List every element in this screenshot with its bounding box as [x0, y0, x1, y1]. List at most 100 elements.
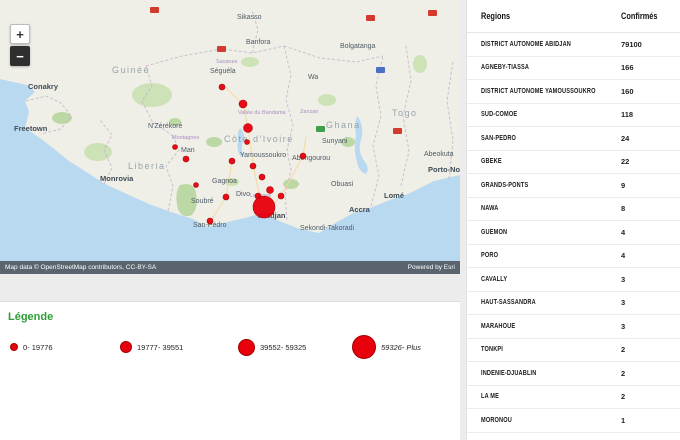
map-label: N'Zérékoré — [148, 123, 183, 130]
table-row: NAWA8 — [467, 198, 680, 222]
table-row: MORONOU1 — [467, 409, 680, 433]
table-header: Regions Confirmés — [467, 0, 680, 33]
case-marker[interactable] — [250, 163, 256, 169]
route-shield-icon — [316, 126, 325, 132]
table-row: CAVALLY3 — [467, 268, 680, 292]
region-name: DISTRICT AUTONOME ABIDJAN — [481, 41, 621, 48]
powered-by-esri: Powered by Esri — [408, 264, 455, 271]
confirmed-value: 1 — [621, 416, 675, 425]
map-label: Ghana — [326, 120, 361, 130]
case-marker[interactable] — [278, 193, 284, 199]
confirmed-value: 160 — [621, 87, 675, 96]
confirmed-value: 2 — [621, 345, 675, 354]
case-marker[interactable] — [183, 156, 189, 162]
zoom-in-button[interactable]: + — [10, 24, 30, 44]
map-label: Monrovia — [100, 174, 134, 183]
dashboard: SikassoBanforaBolgatangaWaGuinéeConakryF… — [0, 0, 680, 440]
region-name: HAUT-SASSANDRA — [481, 299, 621, 306]
case-marker[interactable] — [239, 100, 247, 108]
case-marker[interactable] — [253, 196, 275, 218]
table-row: GRANDS-PONTS9 — [467, 174, 680, 198]
legend-label: 19777- 39551 — [137, 343, 183, 352]
map-label: Montagnes — [172, 135, 199, 141]
route-shield-icon — [376, 67, 385, 73]
map[interactable]: SikassoBanforaBolgatangaWaGuinéeConakryF… — [0, 0, 460, 274]
table-row: GUEMON4 — [467, 221, 680, 245]
route-shield-icon — [393, 128, 402, 134]
confirmed-value: 3 — [621, 275, 675, 284]
map-label: Guinée — [112, 65, 150, 75]
confirmed-value: 79100 — [621, 40, 675, 49]
zoom-out-button[interactable]: − — [10, 46, 30, 66]
route-shield-icon — [366, 15, 375, 21]
region-name: CAVALLY — [481, 276, 621, 283]
case-marker[interactable] — [173, 145, 178, 150]
region-name: LA ME — [481, 393, 621, 400]
map-label: Abengourou — [292, 155, 330, 162]
case-marker[interactable] — [300, 153, 306, 159]
map-label: Sekondi-Takoradi — [300, 225, 355, 232]
map-label: Sikasso — [237, 14, 262, 21]
table-row: DISTRICT AUTONOME ABIDJAN79100 — [467, 33, 680, 57]
confirmed-value: 4 — [621, 228, 675, 237]
map-label: Divo — [236, 191, 250, 198]
case-marker[interactable] — [194, 183, 199, 188]
case-marker[interactable] — [259, 174, 265, 180]
table-row: AGNEBY-TIASSA166 — [467, 57, 680, 81]
confirmed-value: 2 — [621, 392, 675, 401]
legend-item: 19777- 39551 — [120, 334, 183, 360]
case-marker[interactable] — [244, 124, 253, 133]
table-row: HAUT-SASSANDRA3 — [467, 292, 680, 316]
region-name: SAN-PEDRO — [481, 135, 621, 142]
map-label: Savanes — [216, 59, 238, 65]
region-name: TONKPI — [481, 346, 621, 353]
legend-label: 39552- 59325 — [260, 343, 306, 352]
case-marker[interactable] — [219, 84, 225, 90]
confirmed-value: 3 — [621, 322, 675, 331]
confirmed-value: 118 — [621, 110, 675, 119]
table-row: TONKPI2 — [467, 339, 680, 363]
regions-table-body: DISTRICT AUTONOME ABIDJAN79100AGNEBY-TIA… — [467, 33, 680, 440]
region-name: INDENIE-DJUABLIN — [481, 370, 621, 377]
confirmed-value: 4 — [621, 251, 675, 260]
table-row: SAN-PEDRO24 — [467, 127, 680, 151]
confirmed-value: 3 — [621, 298, 675, 307]
legend-circle-icon — [238, 339, 255, 356]
legend-circle-icon — [10, 343, 18, 351]
map-canvas: SikassoBanforaBolgatangaWaGuinéeConakryF… — [0, 0, 460, 274]
table-row: SUD-COMOE118 — [467, 104, 680, 128]
case-marker[interactable] — [267, 187, 274, 194]
case-marker[interactable] — [207, 218, 213, 224]
legend: Légende 0- 1977619777- 3955139552- 59325… — [0, 301, 460, 440]
map-label: Côte d'Ivoire — [224, 134, 294, 144]
map-label: Lomé — [384, 191, 404, 200]
left-column: SikassoBanforaBolgatangaWaGuinéeConakryF… — [0, 0, 460, 440]
map-label: Liberia — [128, 161, 166, 171]
regions-panel: Regions Confirmés DISTRICT AUTONOME ABID… — [466, 0, 680, 440]
map-label: Séguéla — [210, 68, 236, 75]
legend-label: 0- 19776 — [23, 343, 53, 352]
region-name: DISTRICT AUTONOME YAMOUSSOUKRO — [481, 88, 621, 95]
region-name: MARAHOUE — [481, 323, 621, 330]
confirmed-value: 9 — [621, 181, 675, 190]
legend-label: 59326- Plus — [381, 343, 421, 352]
map-label: Soubré — [191, 198, 214, 205]
regions-table: Regions Confirmés DISTRICT AUTONOME ABID… — [467, 0, 680, 440]
map-label: Freetown — [14, 124, 48, 133]
case-marker[interactable] — [229, 158, 235, 164]
map-label: Accra — [349, 205, 371, 214]
legend-item: 39552- 59325 — [238, 334, 306, 360]
map-label: Abeokuta — [424, 151, 454, 158]
region-name: GUEMON — [481, 229, 621, 236]
table-row: INDENIE-DJUABLIN2 — [467, 362, 680, 386]
region-name: PORO — [481, 252, 621, 259]
case-marker[interactable] — [245, 140, 250, 145]
case-marker[interactable] — [223, 194, 229, 200]
map-label: Vallée du Bandama — [238, 110, 287, 116]
confirmed-value: 22 — [621, 157, 675, 166]
legend-item: 59326- Plus — [352, 334, 421, 360]
column-header-confirmed: Confirmés — [621, 11, 675, 21]
route-shield-icon — [217, 46, 226, 52]
legend-item: 0- 19776 — [10, 334, 53, 360]
legend-circle-icon — [352, 335, 376, 359]
